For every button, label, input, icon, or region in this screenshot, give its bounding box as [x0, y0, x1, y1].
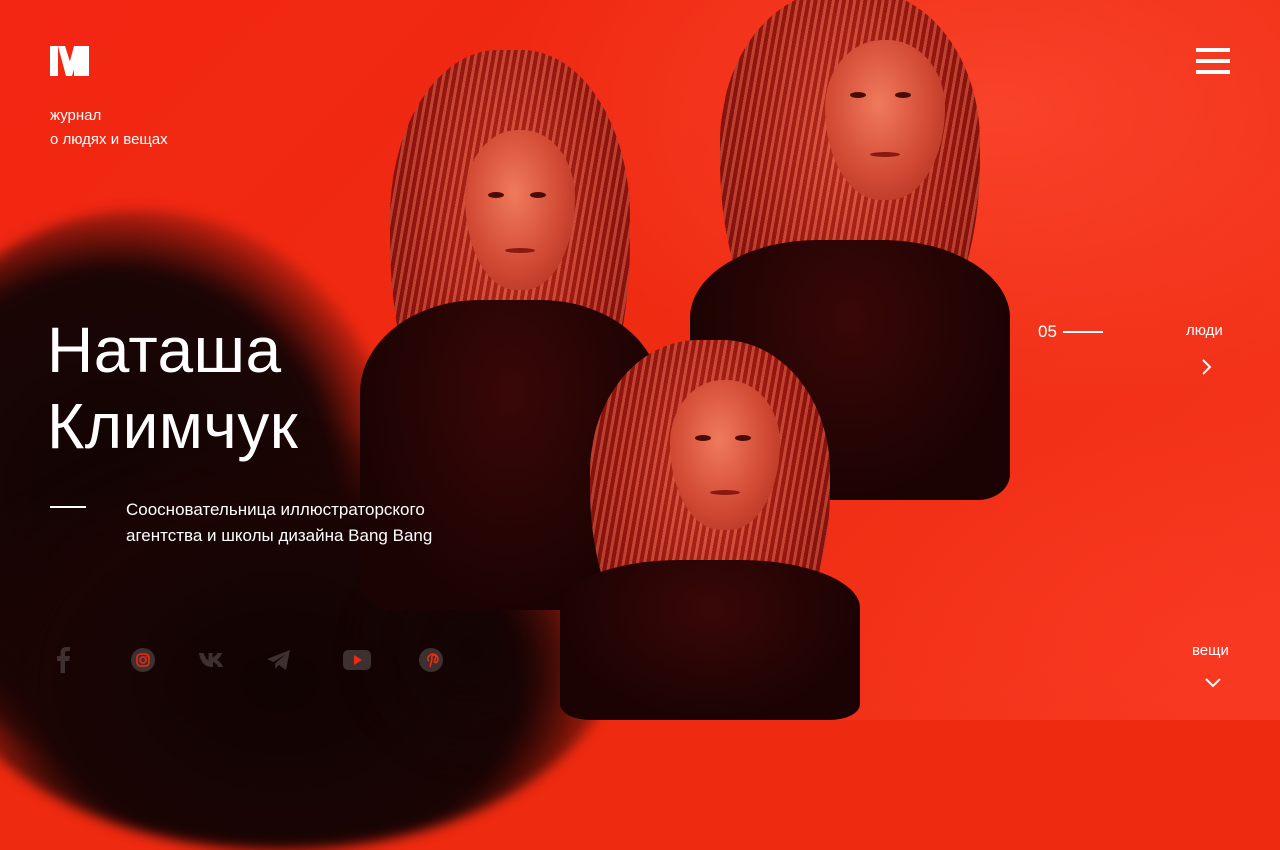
youtube-icon[interactable]: [343, 647, 371, 673]
slide-counter: 05: [1038, 322, 1103, 342]
chevron-right-icon[interactable]: [1198, 357, 1216, 377]
telegram-icon[interactable]: [266, 647, 292, 673]
chevron-down-icon[interactable]: [1202, 674, 1224, 692]
counter-line: [1062, 331, 1103, 333]
hero-description: Сооснователь­ница иллюстраторского агент…: [126, 500, 433, 545]
instagram-icon[interactable]: [130, 647, 156, 673]
facebook-icon[interactable]: [54, 647, 72, 673]
hamburger-menu-icon[interactable]: [1196, 46, 1230, 76]
pinterest-icon[interactable]: [418, 647, 444, 673]
nav-things-label[interactable]: вещи: [1192, 642, 1229, 659]
description-divider: [50, 506, 86, 508]
page-title: Наташа Климчук: [47, 314, 299, 462]
site-logo[interactable]: [50, 46, 90, 76]
nav-people-label[interactable]: люди: [1186, 322, 1223, 339]
vk-icon[interactable]: [198, 647, 224, 673]
logo-icon: [50, 46, 89, 76]
site-tagline: журнал о людях и вещах: [50, 107, 168, 148]
portrait-bottom: [560, 340, 860, 720]
